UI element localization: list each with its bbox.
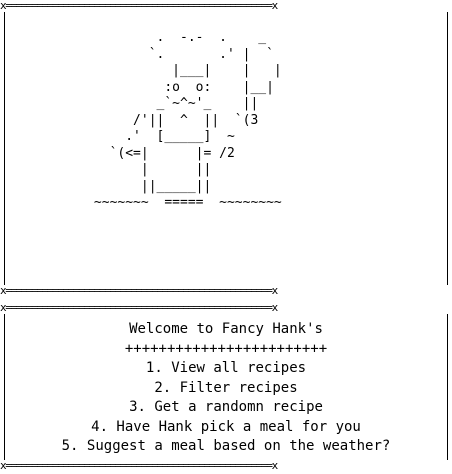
art-line: . -.- . _ <box>0 30 267 45</box>
art-line: :o o: |__| <box>0 79 274 95</box>
menu-left-border <box>4 314 5 460</box>
menu-option-weather[interactable]: 5. Suggest a meal based on the weather? <box>8 437 444 457</box>
art-line: `(<=| |= /2 <box>0 145 235 161</box>
middle-border-upper: x=======================================… <box>0 285 278 297</box>
middle-border-lower: x=======================================… <box>0 302 278 314</box>
menu-option-random[interactable]: 3. Get a randomn recipe <box>8 398 444 418</box>
art-line: ||_____|| <box>0 178 212 194</box>
welcome-title: Welcome to Fancy Hank's <box>129 321 323 337</box>
art-line: /'|| ^ || `(3 <box>0 112 259 128</box>
art-line: .' [_____] ~ <box>0 129 235 144</box>
art-line: _`~^~'_ || <box>0 96 259 111</box>
art-line: `. .' | ` <box>0 46 274 62</box>
menu-right-border <box>447 314 448 460</box>
menu-option-view-all[interactable]: 1. View all recipes <box>8 359 444 379</box>
art-line: | || <box>0 162 212 177</box>
terminal-window: x=======================================… <box>0 0 452 474</box>
art-line: ~~~~~~~ ===== ~~~~~~~~ <box>0 195 282 210</box>
art-line: |___| | | <box>0 63 282 78</box>
menu-option-hank-pick[interactable]: 4. Have Hank pick a meal for you <box>8 418 444 438</box>
menu-option-filter[interactable]: 2. Filter recipes <box>8 379 444 399</box>
title-divider: ++++++++++++++++++++++++ <box>124 340 328 357</box>
bottom-border: x=======================================… <box>0 460 278 472</box>
chef-ascii-art: . -.- . _ `. .' | ` |___| | | :o o: |__|… <box>0 30 452 212</box>
main-menu: Welcome to Fancy Hank's ++++++++++++++++… <box>8 320 444 457</box>
top-border: x=======================================… <box>0 0 278 12</box>
